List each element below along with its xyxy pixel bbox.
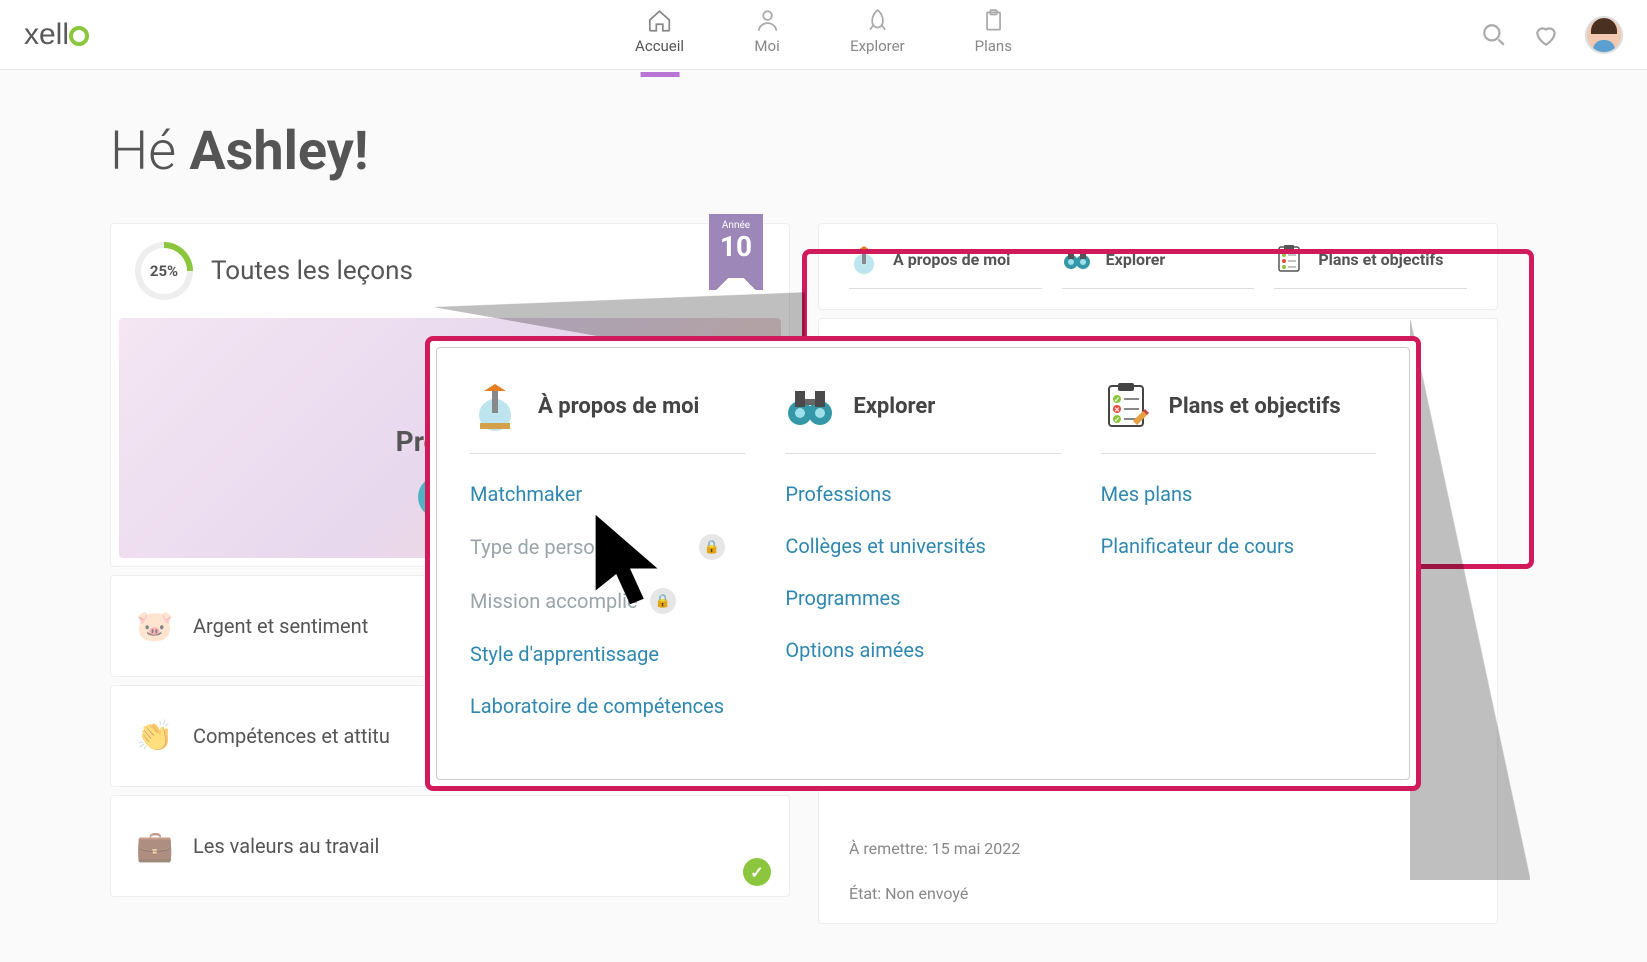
- lock-icon: 🔒: [699, 534, 725, 560]
- main-nav: Accueil Moi Explorer Plans: [635, 8, 1012, 61]
- tab-label: À propos de moi: [893, 250, 1010, 269]
- avatar[interactable]: [1585, 16, 1623, 54]
- checklist-icon: [1274, 244, 1304, 274]
- person-icon: [754, 8, 780, 34]
- lesson-label: Les valeurs au travail: [193, 834, 379, 858]
- link-liked[interactable]: Options aimées: [785, 638, 1060, 662]
- greeting-prefix: Hé: [110, 120, 189, 183]
- callout-wedge: [1410, 320, 1530, 880]
- mega-heading: À propos de moi: [538, 394, 699, 419]
- nav-explore-label: Explorer: [850, 37, 905, 55]
- lesson-row-values[interactable]: 💼 Les valeurs au travail ✓: [110, 795, 790, 897]
- nav-plans[interactable]: Plans: [975, 8, 1012, 61]
- link-course-planner[interactable]: Planificateur de cours: [1101, 534, 1376, 558]
- logo: xell: [24, 18, 89, 52]
- svg-text:✓: ✓: [1114, 396, 1120, 404]
- lesson-label: Compétences et attitu: [193, 724, 390, 748]
- greeting: Hé Ashley!: [110, 120, 1537, 183]
- checklist-icon: ✓ ✕ ✓: [1101, 381, 1151, 431]
- heart-icon[interactable]: [1533, 22, 1559, 48]
- tab-explore[interactable]: Explorer: [1062, 244, 1255, 289]
- link-careers[interactable]: Professions: [785, 482, 1060, 506]
- binoculars-icon: [1062, 244, 1092, 274]
- nav-home[interactable]: Accueil: [635, 8, 684, 61]
- logo-o-icon: [69, 26, 89, 46]
- tab-plans[interactable]: Plans et objectifs: [1274, 244, 1467, 289]
- link-skills-lab[interactable]: Laboratoire de compétences: [470, 694, 745, 718]
- lesson-label: Argent et sentiment: [193, 614, 368, 638]
- link-programs[interactable]: Programmes: [785, 586, 1060, 610]
- clipboard-icon: [980, 8, 1006, 34]
- clap-icon: 👏: [135, 716, 175, 756]
- link-matchmaker[interactable]: Matchmaker: [470, 482, 745, 506]
- top-right: [1481, 16, 1623, 54]
- status: État: Non envoyé: [819, 878, 1497, 923]
- about-me-icon: [849, 244, 879, 274]
- mega-col-about: À propos de moi Matchmaker Type de perso…: [470, 381, 745, 746]
- nav-home-label: Accueil: [635, 37, 684, 55]
- nav-me[interactable]: Moi: [754, 8, 780, 61]
- search-icon[interactable]: [1481, 22, 1507, 48]
- lessons-title: Toutes les leçons: [211, 256, 413, 286]
- tab-about[interactable]: À propos de moi: [849, 244, 1042, 289]
- top-bar: xell Accueil Moi Explorer Plans: [0, 0, 1647, 70]
- about-me-icon: [470, 381, 520, 431]
- nav-me-label: Moi: [754, 37, 779, 55]
- svg-text:✓: ✓: [1114, 416, 1120, 424]
- progress-ring: 25%: [135, 242, 193, 300]
- tab-label: Plans et objectifs: [1318, 250, 1443, 269]
- progress-pct: 25%: [150, 262, 178, 280]
- mega-col-explore: Explorer Professions Collèges et univers…: [785, 381, 1060, 746]
- mega-col-plans: ✓ ✕ ✓ Plans et objectifs Mes plans Planifi…: [1101, 381, 1376, 746]
- link-colleges[interactable]: Collèges et universités: [785, 534, 1060, 558]
- tab-label: Explorer: [1106, 250, 1166, 269]
- due-date: À remettre: 15 mai 2022: [819, 819, 1497, 878]
- link-mission[interactable]: Mission accomplie 🔒: [470, 588, 745, 614]
- home-icon: [647, 8, 673, 34]
- nav-plans-label: Plans: [975, 37, 1012, 55]
- lock-icon: 🔒: [650, 588, 676, 614]
- check-icon: ✓: [743, 858, 771, 886]
- greeting-suffix: !: [354, 120, 369, 183]
- svg-text:✕: ✕: [1114, 406, 1120, 414]
- tabs-card: À propos de moi Explorer Plans et object…: [818, 223, 1498, 310]
- ribbon-year: 10: [709, 233, 763, 261]
- link-my-plans[interactable]: Mes plans: [1101, 482, 1376, 506]
- piggy-bank-icon: 🐷: [135, 606, 175, 646]
- greeting-name: Ashley: [189, 120, 354, 183]
- nav-explore[interactable]: Explorer: [850, 8, 905, 61]
- rocket-icon: [864, 8, 890, 34]
- mega-menu: À propos de moi Matchmaker Type de perso…: [425, 336, 1421, 791]
- mega-heading: Explorer: [853, 394, 935, 419]
- link-learning-style[interactable]: Style d'apprentissage: [470, 642, 745, 666]
- briefcase-icon: 💼: [135, 826, 175, 866]
- link-personality[interactable]: Type de perso 🔒: [470, 534, 745, 560]
- mega-heading: Plans et objectifs: [1169, 394, 1341, 419]
- binoculars-icon: [785, 381, 835, 431]
- year-ribbon: Année 10: [709, 214, 763, 278]
